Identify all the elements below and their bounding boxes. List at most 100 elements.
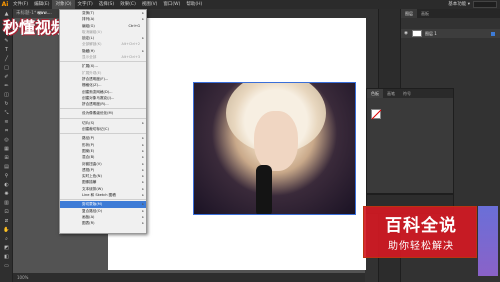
object-menu-item-label: 隐藏(H) <box>82 48 95 53</box>
watermark-tag: www.… <box>37 10 52 15</box>
menu-separator <box>60 61 146 63</box>
menu-window[interactable]: 窗口(W) <box>160 0 183 9</box>
image-microphone <box>256 165 272 214</box>
object-menu-item-label: 复合路径(O) <box>82 208 103 213</box>
layers-panel-tabs: 图层 画板 <box>401 9 500 18</box>
scale-tool-icon[interactable]: ⤡ <box>0 108 13 117</box>
menu-type[interactable]: 文字(T) <box>75 0 96 9</box>
fill-stroke-icon[interactable]: ◩ <box>0 243 13 252</box>
none-swatch-icon[interactable] <box>371 109 381 119</box>
status-bar: 100% <box>13 273 365 282</box>
object-menu-item-label: Line 和 Sketch 图稿 <box>82 193 116 198</box>
eye-icon[interactable]: ◉ <box>404 31 409 36</box>
submenu-arrow-icon: ▸ <box>142 193 144 198</box>
rotate-tool-icon[interactable]: ↻ <box>0 99 13 108</box>
menu-view[interactable]: 视图(V) <box>139 0 161 9</box>
shape-builder-icon[interactable]: ◎ <box>0 135 13 144</box>
object-menu-item-label: 栅格化(Z)... <box>82 83 102 88</box>
object-menu-item-label: 扩展(X)... <box>82 64 98 69</box>
graph-tool-icon[interactable]: ▥ <box>0 198 13 207</box>
object-menu-item-label: 全部解锁(K) <box>82 42 102 47</box>
menu-effect[interactable]: 效果(C) <box>117 0 139 9</box>
menu-select[interactable]: 选择(S) <box>96 0 117 9</box>
object-menu-item-label: 切片(S) <box>82 120 95 125</box>
object-menu-item-label: 变换(T) <box>82 11 95 15</box>
gradient-strip <box>478 206 498 276</box>
line-tool-icon[interactable]: ╱ <box>0 54 13 63</box>
artboard-tool-icon[interactable]: ⊡ <box>0 207 13 216</box>
object-menu-item-label: 图像描摹 <box>82 180 97 185</box>
object-menu-item-label: 路径(P) <box>82 136 95 141</box>
object-menu-item-label: 拼合透明度(F)... <box>82 76 109 81</box>
eraser-tool-icon[interactable]: ◫ <box>0 90 13 99</box>
object-menu-item-label: 设为像素级优化(M) <box>82 111 114 116</box>
object-menu-item-label: 形状(P) <box>82 142 95 147</box>
swatches-panel-tabs: 色板 画笔 符号 <box>367 89 453 98</box>
menu-object[interactable]: 对象(O) <box>52 0 75 9</box>
object-menu-item-label: 混合(B) <box>82 155 95 160</box>
mesh-tool-icon[interactable]: ⊞ <box>0 153 13 162</box>
layer-selection-indicator[interactable] <box>491 31 495 36</box>
image-face <box>254 111 298 171</box>
object-menu-item-label: 剪切蒙版(M) <box>82 202 103 207</box>
paintbrush-tool-icon[interactable]: ✐ <box>0 72 13 81</box>
tab-symbols[interactable]: 符号 <box>399 89 415 98</box>
object-menu-item-label: 图表(R) <box>82 221 95 226</box>
object-menu-item[interactable]: 设为像素级优化(M) <box>60 110 146 116</box>
brand-subtitle: 助你轻松解决 <box>388 241 454 252</box>
pencil-tool-icon[interactable]: ✏ <box>0 81 13 90</box>
symbol-sprayer-icon[interactable]: ✺ <box>0 189 13 198</box>
object-menu-item[interactable]: 拼合透明度(R)... <box>60 101 146 107</box>
object-menu-item-label: 扩展外观(E) <box>82 70 102 75</box>
free-transform-icon[interactable]: ⌗ <box>0 126 13 135</box>
hand-tool-icon[interactable]: ✋ <box>0 225 13 234</box>
brand-title: 百科全说 <box>385 216 457 236</box>
slice-tool-icon[interactable]: ⧄ <box>0 216 13 225</box>
tab-swatches[interactable]: 色板 <box>367 89 383 98</box>
watermark: www.… 秒懂视频 <box>3 10 68 38</box>
object-menu-item-label: 排列(A) <box>82 17 95 22</box>
draw-mode-icon[interactable]: ◧ <box>0 252 13 261</box>
app-logo: Ai <box>1 1 9 8</box>
blend-tool-icon[interactable]: ◐ <box>0 180 13 189</box>
watermark-text: 秒懂视频 <box>3 18 68 37</box>
tab-brushes[interactable]: 画笔 <box>383 89 399 98</box>
screen-mode-icon[interactable]: ▭ <box>0 261 13 270</box>
menu-edit[interactable]: 编辑(E) <box>31 0 52 9</box>
tab-layers[interactable]: 图层 <box>401 9 417 18</box>
object-menu-item-label: 图案(E) <box>82 148 95 153</box>
layer-thumbnail <box>412 30 422 37</box>
object-menu-item-label: 透视(P) <box>82 167 95 172</box>
object-menu-item-label: 画板(A) <box>82 214 95 219</box>
object-menu-item[interactable]: Line 和 Sketch 图稿 ▸ <box>60 192 146 198</box>
menu-separator <box>60 199 146 201</box>
menu-file[interactable]: 文件(F) <box>10 0 31 9</box>
object-menu-item-label: 创建裁切标记(C) <box>82 127 109 132</box>
object-menu-item-label: 拼合透明度(R)... <box>82 102 109 107</box>
brand-badge: 百科全说 助你轻松解决 <box>363 206 477 258</box>
workspace-switcher[interactable]: 基本功能 ▾ <box>448 1 470 7</box>
swatches-panel: 色板 画笔 符号 <box>366 88 454 194</box>
object-menu-item-label: 实时上色(N) <box>82 174 102 179</box>
object-menu-item[interactable]: 图表(R) ▸ <box>60 220 146 226</box>
placed-image[interactable] <box>193 82 356 215</box>
type-tool-icon[interactable]: T <box>0 45 13 54</box>
eyedropper-tool-icon[interactable]: ⚲ <box>0 171 13 180</box>
perspective-grid-icon[interactable]: ▦ <box>0 144 13 153</box>
search-input[interactable] <box>473 1 497 8</box>
object-menu-item[interactable]: 创建裁切标记(C) <box>60 126 146 132</box>
width-tool-icon[interactable]: ≋ <box>0 117 13 126</box>
object-menu-item-label: 编组(G) <box>82 23 95 28</box>
gradient-tool-icon[interactable]: ▤ <box>0 162 13 171</box>
object-menu-item-shortcut: Alt+Ctrl+3 <box>121 55 140 60</box>
zoom-tool-icon[interactable]: ⌕ <box>0 234 13 243</box>
layer-row[interactable]: ◉ 图层 1 <box>401 29 500 38</box>
object-menu-item[interactable]: 显示全部 Alt+Ctrl+3 <box>60 54 146 60</box>
menu-help[interactable]: 帮助(H) <box>183 0 205 9</box>
tab-artboards[interactable]: 画板 <box>417 9 433 18</box>
object-menu-item-label: 封套扭曲(V) <box>82 161 102 166</box>
tools-panel: ▲ △ ✦ ✎ T ╱ □ ✐ ✏ ◫ ↻ ⤡ ≋ ⌗ ◎ ▦ ⊞ ▤ ⚲ ◐ … <box>0 9 13 282</box>
object-menu-item-label: 锁定(L) <box>82 36 94 41</box>
rectangle-tool-icon[interactable]: □ <box>0 63 13 72</box>
layer-name[interactable]: 图层 1 <box>425 31 437 37</box>
